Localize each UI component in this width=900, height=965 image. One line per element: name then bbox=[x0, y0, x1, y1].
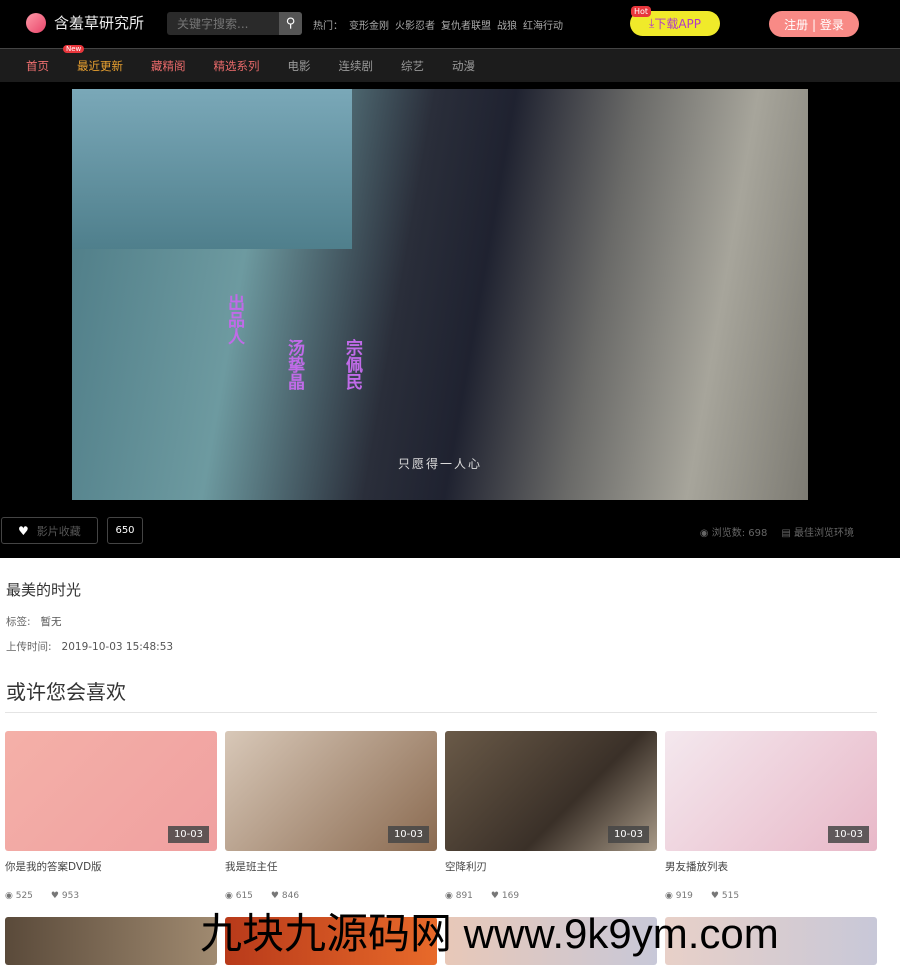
date-badge: 10-03 bbox=[167, 826, 209, 843]
related-card[interactable]: 10-03 你是我的答案DVD版 ◉ 525 ♥ 953 bbox=[5, 731, 217, 901]
upload-label: 上传时间: bbox=[6, 641, 52, 653]
main-nav: 首页 New 最近更新 藏精阁 精选系列 电影 连续剧 综艺 动漫 bbox=[0, 44, 900, 82]
views-label: 浏览数: bbox=[711, 528, 746, 539]
related-card[interactable]: 10-03 我是班主任 ◉ 615 ♥ 846 bbox=[225, 731, 437, 901]
upload-row: 上传时间: 2019-10-03 15:48:53 bbox=[6, 639, 173, 654]
date-badge: 10-03 bbox=[827, 826, 869, 843]
browser-env-label: 最佳浏览环境 bbox=[794, 528, 854, 539]
nav-series[interactable]: 连续剧 bbox=[339, 58, 374, 74]
login-button[interactable]: 注册 | 登录 bbox=[769, 11, 859, 37]
header: 含羞草研究所 ⚲ 热门： 变形金刚火影忍者复仇者联盟战狼红海行动 Hot⤓下载A… bbox=[0, 0, 900, 48]
video-subtitle: 只愿得一人心 bbox=[397, 457, 482, 471]
nav-home[interactable]: 首页 bbox=[26, 58, 49, 74]
eye-icon: ◉ bbox=[5, 891, 13, 901]
logo-icon bbox=[26, 12, 46, 33]
credit-text: 宗佩民 bbox=[342, 339, 362, 390]
player-area: 出品人 汤挚晶 宗佩民 只愿得一人心 ♥ 影片收藏 650 ◉ 浏览数: 698 … bbox=[0, 82, 900, 558]
tags-value: 暂无 bbox=[40, 616, 62, 628]
site-logo[interactable]: 含羞草研究所 bbox=[26, 12, 144, 33]
related-thumb[interactable] bbox=[5, 917, 217, 965]
favorite-label: 影片收藏 bbox=[36, 524, 81, 538]
views-count: 525 bbox=[15, 891, 33, 901]
related-card[interactable]: 10-03 男友播放列表 ◉ 919 ♥ 515 bbox=[665, 731, 877, 901]
nav-anime[interactable]: 动漫 bbox=[452, 58, 475, 74]
favorite-button[interactable]: ♥ 影片收藏 bbox=[1, 517, 98, 544]
site-name: 含羞草研究所 bbox=[54, 14, 145, 32]
related-stats: ◉ 525 ♥ 953 bbox=[5, 891, 79, 901]
search-box: ⚲ bbox=[167, 12, 302, 35]
upload-time: 2019-10-03 15:48:53 bbox=[61, 641, 174, 653]
nav-movies[interactable]: 电影 bbox=[288, 58, 311, 74]
video-player[interactable]: 出品人 汤挚晶 宗佩民 只愿得一人心 bbox=[72, 89, 808, 500]
browser-icon: ▤ bbox=[781, 528, 791, 539]
related-title[interactable]: 我是班主任 bbox=[225, 859, 437, 874]
hot-link[interactable]: 复仇者联盟 bbox=[441, 17, 491, 32]
browser-env-link[interactable]: ▤ 最佳浏览环境 bbox=[781, 524, 854, 539]
hot-link[interactable]: 战狼 bbox=[497, 17, 517, 32]
related-heading: 或许您会喜欢 bbox=[6, 680, 126, 704]
favorite-count: 650 bbox=[107, 517, 143, 544]
views: ◉ 525 bbox=[5, 891, 33, 901]
divider bbox=[5, 712, 877, 713]
hot-badge: Hot bbox=[631, 6, 652, 17]
tags-label: 标签: bbox=[6, 616, 31, 628]
heart-icon: ♥ bbox=[50, 891, 59, 901]
hot-link[interactable]: 红海行动 bbox=[523, 17, 563, 32]
date-badge: 10-03 bbox=[387, 826, 429, 843]
related-card[interactable]: 10-03 空降利刃 ◉ 891 ♥ 169 bbox=[445, 731, 657, 901]
tags-row: 标签: 暂无 bbox=[6, 614, 62, 629]
credit-text: 出品人 bbox=[224, 294, 244, 345]
heart-icon: ♥ bbox=[18, 523, 29, 538]
download-app-button[interactable]: Hot ⤓ 下载APP bbox=[630, 6, 720, 36]
search-icon[interactable]: ⚲ bbox=[279, 12, 302, 35]
related-thumb[interactable]: 10-03 bbox=[665, 731, 877, 851]
video-title: 最美的时光 bbox=[6, 581, 82, 599]
search-input[interactable] bbox=[167, 12, 279, 35]
nav-collection[interactable]: 藏精阁 bbox=[151, 58, 186, 74]
nav-label: 最近更新 bbox=[77, 58, 123, 73]
hot-link[interactable]: 变形金刚 bbox=[349, 17, 389, 32]
credit-text: 汤挚晶 bbox=[284, 339, 304, 390]
nav-variety[interactable]: 综艺 bbox=[401, 58, 424, 74]
related-title[interactable]: 男友播放列表 bbox=[665, 859, 877, 874]
new-badge: New bbox=[63, 44, 85, 53]
likes: ♥ 953 bbox=[51, 891, 79, 901]
views-count: 698 bbox=[748, 528, 768, 539]
related-thumb[interactable]: 10-03 bbox=[225, 731, 437, 851]
eye-icon: ◉ bbox=[699, 528, 709, 539]
related-thumb[interactable]: 10-03 bbox=[5, 731, 217, 851]
nav-recent[interactable]: New 最近更新 bbox=[63, 44, 123, 74]
related-title[interactable]: 空降利刃 bbox=[445, 859, 657, 874]
player-meta: ◉ 浏览数: 698 ▤ 最佳浏览环境 bbox=[700, 524, 854, 539]
nav-featured[interactable]: 精选系列 bbox=[214, 58, 260, 74]
watermark: 九块九源码网 www.9k9ym.com bbox=[200, 910, 779, 957]
download-app-label: 下载APP bbox=[654, 17, 701, 31]
hot-link[interactable]: 火影忍者 bbox=[395, 17, 435, 32]
video-frame-building bbox=[72, 89, 352, 249]
hot-searches: 热门： 变形金刚 火影忍者 复仇者联盟 战狼 红海行动 bbox=[313, 17, 563, 32]
related-title[interactable]: 你是我的答案DVD版 bbox=[5, 859, 217, 874]
hot-label: 热门： bbox=[313, 21, 343, 32]
views: ◉ 浏览数: 698 bbox=[700, 524, 768, 539]
likes-count: 953 bbox=[61, 891, 80, 901]
date-badge: 10-03 bbox=[607, 826, 649, 843]
related-thumb[interactable]: 10-03 bbox=[445, 731, 657, 851]
